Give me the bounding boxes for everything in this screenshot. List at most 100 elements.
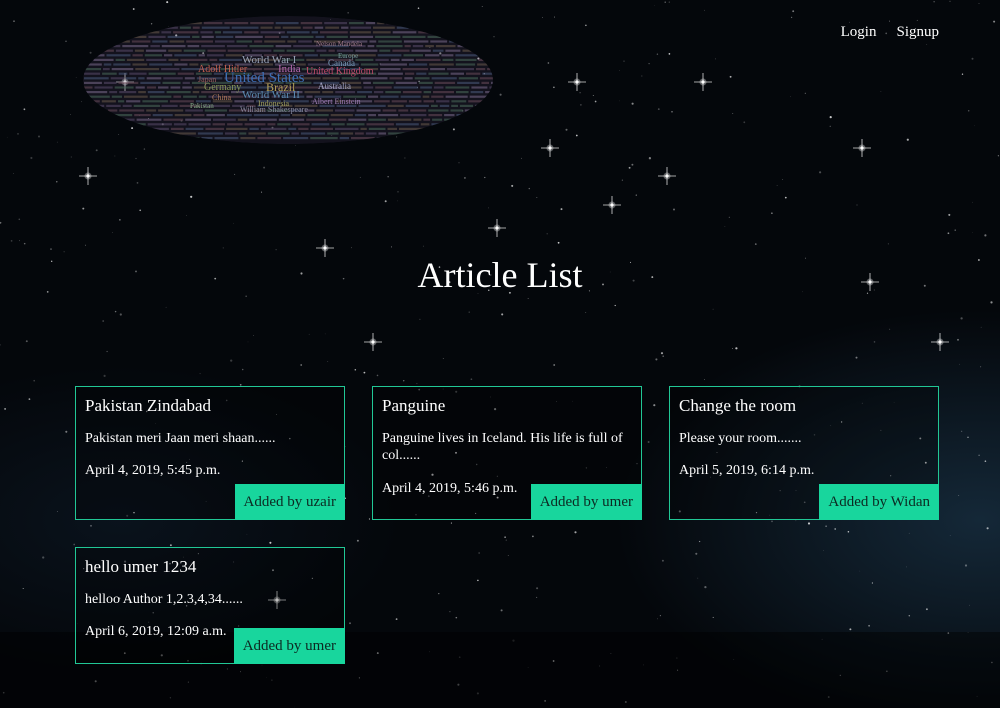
logo-texture: [206, 54, 224, 57]
logo-texture: [129, 72, 147, 75]
star-dot: [967, 436, 969, 438]
star-dot: [695, 552, 698, 555]
logo-word: Nelson Mandela: [316, 40, 363, 48]
article-card[interactable]: Panguine Panguine lives in Iceland. His …: [372, 386, 642, 520]
logo-texture: [226, 114, 252, 117]
star-dot: [926, 44, 928, 45]
logo-texture: [402, 35, 426, 38]
logo-texture: [439, 104, 450, 107]
star-dot: [19, 240, 20, 242]
logo-texture: [430, 68, 445, 71]
logo-texture: [457, 45, 482, 48]
star-dot: [95, 149, 98, 152]
logo-texture: [479, 77, 493, 80]
logo-texture: [439, 137, 455, 140]
article-card[interactable]: Pakistan Zindabad Pakistan meri Jaan mer…: [75, 386, 345, 520]
star-dot: [23, 242, 26, 245]
logo-texture: [408, 100, 422, 103]
logo-texture: [481, 81, 489, 84]
signup-link[interactable]: Signup: [896, 24, 939, 41]
article-title[interactable]: hello umer 1234: [85, 557, 196, 577]
logo-texture: [335, 91, 356, 94]
star-dot: [916, 19, 918, 21]
logo-texture: [477, 63, 493, 66]
logo-texture: [416, 72, 427, 75]
article-date: April 4, 2019, 5:45 p.m.: [85, 463, 221, 478]
logo-texture: [395, 123, 419, 126]
logo-texture: [161, 68, 180, 71]
logo-texture: [170, 127, 184, 130]
logo-texture: [106, 114, 133, 117]
article-card[interactable]: Change the room Please your room....... …: [669, 386, 939, 520]
logo-texture: [367, 45, 375, 48]
logo-texture: [375, 58, 389, 61]
logo-texture: [423, 118, 431, 121]
logo-texture: [474, 132, 493, 135]
logo-texture: [257, 137, 282, 140]
logo-texture: [478, 127, 493, 130]
logo-texture: [380, 68, 401, 71]
star-dot: [557, 241, 560, 244]
star-dot: [668, 1, 670, 3]
logo-texture: [148, 35, 166, 38]
star-dot: [247, 341, 249, 343]
logo-texture: [415, 58, 441, 61]
logo-texture: [114, 22, 128, 25]
logo-texture: [129, 137, 136, 140]
logo-texture: [322, 77, 340, 80]
logo-texture: [462, 49, 472, 52]
article-card[interactable]: hello umer 1234 helloo Author 1,2.3,4,34…: [75, 547, 345, 664]
article-title[interactable]: Panguine: [382, 396, 445, 416]
logo-texture: [423, 91, 431, 94]
logo-texture: [377, 22, 385, 25]
star-dot: [949, 0, 951, 2]
logo-texture: [436, 100, 450, 103]
logo-texture: [113, 45, 121, 48]
logo-texture: [432, 118, 443, 121]
logo-texture: [135, 26, 143, 29]
logo-texture: [227, 123, 243, 126]
logo-texture: [94, 86, 113, 89]
logo-texture: [84, 86, 93, 89]
logo-texture: [165, 137, 174, 140]
logo-texture: [290, 35, 314, 38]
star-dot: [580, 104, 582, 106]
logo-texture: [476, 68, 486, 71]
logo-texture: [354, 114, 367, 117]
logo-texture: [357, 91, 372, 94]
logo-word: William Shakespeare: [240, 105, 308, 114]
article-title[interactable]: Change the room: [679, 396, 796, 416]
logo-texture: [412, 132, 440, 135]
star-dot: [114, 310, 117, 313]
star-dot: [6, 136, 8, 138]
star-dot: [500, 609, 503, 612]
article-title[interactable]: Pakistan Zindabad: [85, 396, 211, 416]
logo-texture: [328, 49, 335, 52]
logo-texture: [465, 132, 473, 135]
login-link[interactable]: Login: [841, 24, 877, 41]
logo-texture: [400, 114, 427, 117]
logo-texture: [482, 72, 493, 75]
logo-texture: [110, 77, 125, 80]
logo-texture: [115, 58, 125, 61]
logo-texture: [84, 68, 101, 71]
star-dot: [889, 328, 891, 330]
logo-texture: [149, 63, 173, 66]
logo-texture: [390, 58, 400, 61]
logo-texture: [188, 123, 211, 126]
star-dot: [834, 528, 837, 530]
logo-texture: [325, 26, 340, 29]
logo-texture: [468, 100, 491, 103]
star-dot: [978, 454, 980, 456]
word-cloud-logo[interactable]: World War I United States United Kingdom…: [82, 14, 494, 146]
logo-texture: [414, 77, 430, 80]
logo-texture: [470, 118, 489, 121]
logo-texture: [298, 127, 309, 130]
star-dot: [17, 133, 19, 135]
logo-texture: [84, 54, 105, 57]
star-dot: [697, 577, 699, 579]
logo-texture: [162, 81, 181, 84]
logo-texture: [442, 31, 454, 34]
logo-texture: [183, 95, 197, 98]
logo-texture: [273, 49, 285, 52]
